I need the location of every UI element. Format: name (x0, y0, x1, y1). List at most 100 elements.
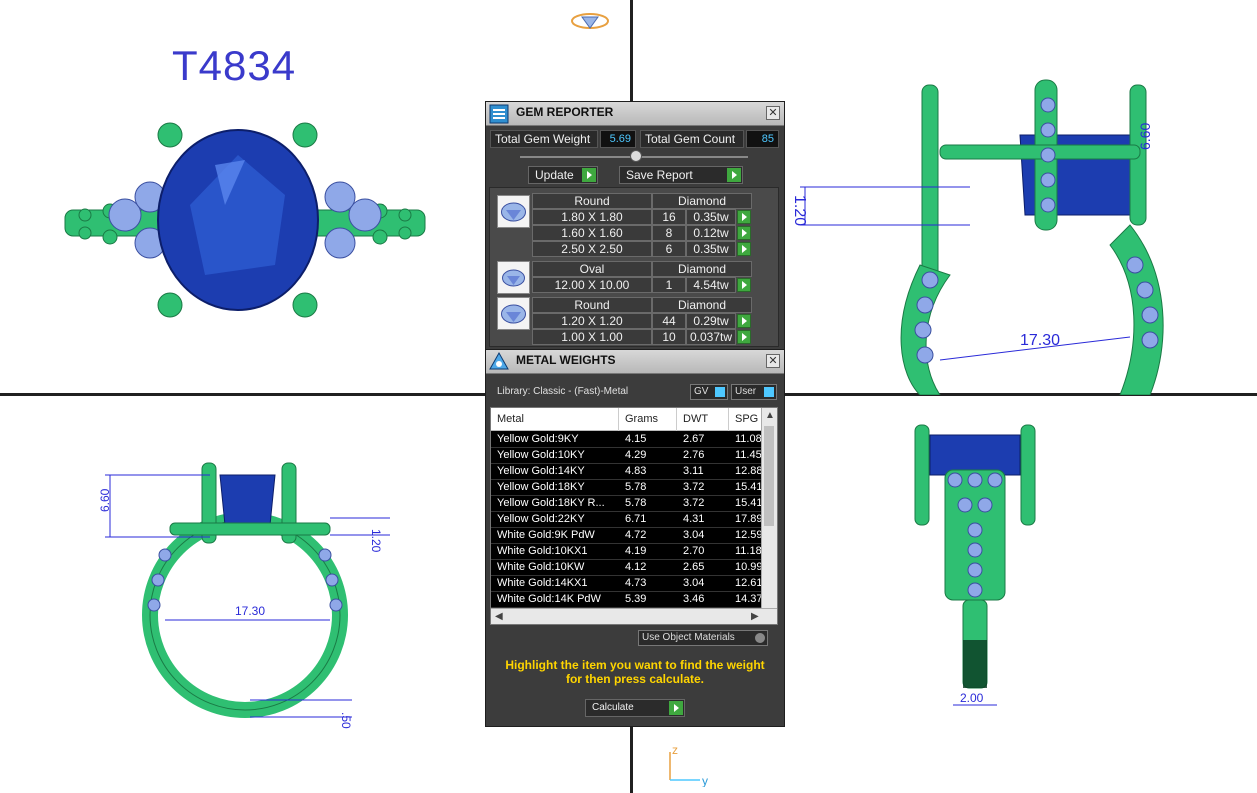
dim-height-bottom-left: 6.60 (98, 488, 112, 512)
use-object-materials-toggle[interactable]: Use Object Materials (638, 630, 768, 646)
metal-table-header: Metal Grams DWT SPG (491, 408, 763, 431)
calculate-hint: Highlight the item you want to find the … (495, 658, 775, 686)
save-report-button[interactable]: Save Report (619, 166, 743, 184)
gem-group-2-material: Diamond (652, 261, 752, 277)
metal-name-cell: Yellow Gold:18KY R... (491, 496, 619, 512)
update-button[interactable]: Update (528, 166, 598, 184)
metal-table-row[interactable]: Yellow Gold:10KY 4.29 2.76 11.45 (491, 448, 763, 464)
ring-end-view[interactable]: 2.00 (905, 420, 1045, 710)
gem-row-count: 16 (652, 209, 686, 225)
metal-table-row[interactable]: White Gold:9K PdW 4.72 3.04 12.59 (491, 528, 763, 544)
metal-table-row[interactable]: White Gold:14K PdW 5.39 3.46 14.37 (491, 592, 763, 608)
gem-row-size[interactable]: 1.60 X 1.60 (532, 225, 652, 241)
metal-table-row[interactable]: Yellow Gold:9KY 4.15 2.67 11.08 (491, 432, 763, 448)
gem-row-weight: 0.12tw (686, 225, 736, 241)
select-gem-button[interactable] (737, 242, 751, 256)
gem-group-3-shape: Round (532, 297, 652, 313)
metal-table-vscrollbar[interactable]: ▲ (761, 408, 777, 610)
select-gem-button[interactable] (737, 278, 751, 292)
dwt-cell: 3.04 (677, 576, 729, 592)
metal-table-row[interactable]: Yellow Gold:22KY 6.71 4.31 17.89 (491, 512, 763, 528)
scroll-left-icon[interactable]: ◀ (495, 611, 503, 622)
toggle-indicator-icon (755, 633, 765, 643)
metal-table-row[interactable]: White Gold:10KW 4.12 2.65 10.99 (491, 560, 763, 576)
gem-row-count: 1 (652, 277, 686, 293)
select-gem-button[interactable] (737, 330, 751, 344)
metal-table-row[interactable]: White Gold:10KX1 4.19 2.70 11.18 (491, 544, 763, 560)
update-button-label: Update (535, 168, 574, 182)
gem-reporter-icon (489, 104, 509, 124)
ring-side-view[interactable]: 1.20 6.60 17.30 (790, 75, 1230, 395)
gem-group-1-shape: Round (532, 193, 652, 209)
column-header-metal[interactable]: Metal (491, 408, 619, 431)
dwt-cell: 3.04 (677, 528, 729, 544)
spg-cell: 11.45 (729, 448, 763, 464)
select-gem-button[interactable] (737, 210, 751, 224)
metal-table-hscrollbar[interactable]: ◀ ▶ (491, 608, 777, 624)
total-gem-weight-value: 5.69 (600, 130, 636, 148)
gem-row-size[interactable]: 12.00 X 10.00 (532, 277, 652, 293)
user-toggle[interactable]: User (731, 384, 777, 400)
gem-slider-handle[interactable] (630, 150, 642, 162)
gem-row-size[interactable]: 2.50 X 2.50 (532, 241, 652, 257)
axis-gizmo: z y (669, 743, 708, 787)
ring-front-view[interactable]: 6.60 1.20 17.30 .50 (90, 455, 390, 730)
column-header-dwt[interactable]: DWT (677, 408, 729, 431)
column-header-grams[interactable]: Grams (619, 408, 677, 431)
metal-weights-table[interactable]: Metal Grams DWT SPG Yellow Gold:9KY 4.15 2… (490, 407, 778, 625)
calculate-button[interactable]: Calculate (585, 699, 685, 717)
metal-name-cell: Yellow Gold:22KY (491, 512, 619, 528)
gem-reporter-close-button[interactable]: ✕ (766, 106, 780, 120)
scroll-right-icon[interactable]: ▶ (751, 611, 759, 622)
gem-row-size[interactable]: 1.20 X 1.20 (532, 313, 652, 329)
diamond-logo-icon (571, 13, 609, 29)
toggle-indicator-icon (764, 387, 774, 397)
scroll-up-icon[interactable]: ▲ (765, 410, 775, 421)
oval-gem-icon[interactable] (497, 261, 530, 294)
vscroll-thumb[interactable] (764, 426, 774, 526)
grams-cell: 4.83 (619, 464, 677, 480)
grams-cell: 4.72 (619, 528, 677, 544)
metal-table-row[interactable]: Yellow Gold:18KY R... 5.78 3.72 15.41 (491, 496, 763, 512)
gem-reporter-titlebar[interactable]: GEM REPORTER ✕ (486, 102, 784, 126)
round-gem-icon[interactable] (497, 195, 530, 228)
column-header-spg[interactable]: SPG (729, 408, 763, 431)
dwt-cell: 2.67 (677, 432, 729, 448)
metal-name-cell: White Gold:10KX1 (491, 544, 619, 560)
grams-cell: 5.78 (619, 480, 677, 496)
grams-cell: 6.71 (619, 512, 677, 528)
gem-reporter-title: GEM REPORTER (516, 105, 614, 119)
metal-table-row[interactable]: Yellow Gold:14KY 4.83 3.11 12.88 (491, 464, 763, 480)
ring-top-view[interactable] (55, 115, 435, 335)
spg-cell: 12.59 (729, 528, 763, 544)
select-gem-button[interactable] (737, 314, 751, 328)
gem-row-weight: 0.29tw (686, 313, 736, 329)
dim-band-bottom-left: .50 (339, 712, 353, 729)
grams-cell: 4.19 (619, 544, 677, 560)
metal-weights-close-button[interactable]: ✕ (766, 354, 780, 368)
dwt-cell: 2.70 (677, 544, 729, 560)
metal-table-row[interactable]: Yellow Gold:18KY 5.78 3.72 15.41 (491, 480, 763, 496)
spg-cell: 17.89 (729, 512, 763, 528)
gem-row-size[interactable]: 1.00 X 1.00 (532, 329, 652, 345)
spg-cell: 12.61 (729, 576, 763, 592)
metal-name-cell: White Gold:14K PdW (491, 592, 619, 608)
metal-name-cell: White Gold:10KW (491, 560, 619, 576)
close-icon: ✕ (768, 107, 778, 119)
dim-height-top-right: 6.60 (1137, 123, 1153, 150)
axis-z-label: z (672, 743, 678, 757)
gem-row-weight: 0.35tw (686, 241, 736, 257)
metal-table-row[interactable]: White Gold:14KX1 4.73 3.04 12.61 (491, 576, 763, 592)
calculate-button-label: Calculate (592, 702, 634, 713)
round-gem-icon[interactable] (497, 297, 530, 330)
total-gem-count-label: Total Gem Count (640, 130, 744, 148)
total-gem-weight-label: Total Gem Weight (490, 130, 598, 148)
gem-row-size[interactable]: 1.80 X 1.80 (532, 209, 652, 225)
grams-cell: 4.15 (619, 432, 677, 448)
dim-gap-top-right: 1.20 (791, 195, 808, 226)
select-gem-button[interactable] (737, 226, 751, 240)
gv-toggle[interactable]: GV (690, 384, 728, 400)
metal-weights-titlebar[interactable]: METAL WEIGHTS ✕ (486, 350, 784, 374)
gem-group-2-shape: Oval (532, 261, 652, 277)
calculate-hint-line-2: for then press calculate. (565, 672, 705, 686)
